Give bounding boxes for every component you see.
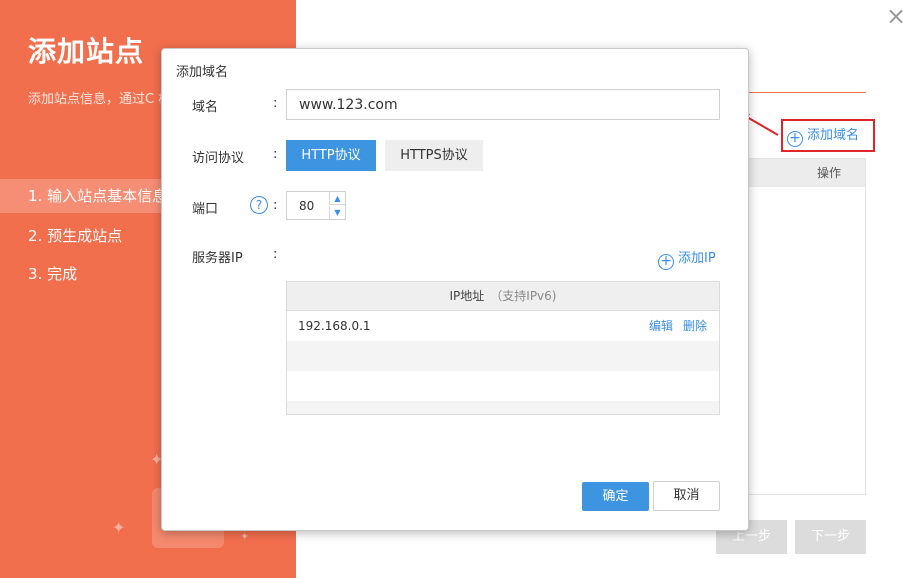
sparkle-icon: ✦ (112, 518, 126, 537)
colon: : (273, 96, 278, 111)
close-icon[interactable]: × (886, 2, 906, 30)
add-ip-button[interactable]: + 添加IP (658, 247, 716, 270)
add-domain-button[interactable]: + 添加域名 (781, 119, 875, 152)
https-protocol-button[interactable]: HTTPS协议 (385, 140, 483, 171)
add-domain-label: 添加域名 (807, 128, 860, 143)
port-label: 端口 (192, 202, 219, 217)
plus-circle-icon: + (658, 254, 674, 270)
colon: : (273, 247, 278, 262)
port-value: 80 (299, 199, 315, 213)
http-protocol-button[interactable]: HTTP协议 (286, 140, 376, 171)
domain-input[interactable] (286, 89, 720, 120)
delete-link[interactable]: 删除 (683, 311, 707, 341)
edit-link[interactable]: 编辑 (649, 311, 673, 341)
dialog-title: 添加域名 (176, 65, 229, 80)
add-domain-dialog: 添加域名 域名 : 访问协议 : HTTP协议 HTTPS协议 端口 ? : 8… (161, 48, 749, 531)
table-header-actions: 操作 (749, 159, 865, 187)
table-row (287, 401, 719, 414)
sidebar-description: 添加站点信息，通过C 松实现站点防护 (28, 92, 163, 107)
domain-table: 操作 (748, 158, 866, 495)
domain-label: 域名 (192, 100, 219, 115)
ipv6-note: （支持IPv6) (490, 289, 557, 303)
next-step-button[interactable]: 下一步 (795, 520, 866, 554)
help-icon[interactable]: ? (250, 196, 268, 214)
table-row (287, 341, 719, 371)
add-ip-label: 添加IP (678, 251, 716, 266)
cancel-button[interactable]: 取消 (653, 481, 720, 511)
ip-column-title: IP地址 (449, 289, 485, 303)
port-stepper[interactable]: 80 ▲ ▼ (286, 191, 346, 220)
increment-icon[interactable]: ▲ (329, 192, 345, 205)
server-ip-label: 服务器IP (192, 251, 243, 266)
ip-address: 192.168.0.1 (298, 319, 371, 333)
ip-table: IP地址 （支持IPv6) 192.168.0.1 编辑 删除 (286, 281, 720, 415)
sparkle-icon: ✦ (240, 530, 250, 543)
ip-table-header: IP地址 （支持IPv6) (287, 282, 719, 311)
divider (748, 92, 866, 93)
table-row (287, 371, 719, 401)
colon: : (273, 147, 278, 162)
protocol-label: 访问协议 (192, 151, 245, 166)
table-row: 192.168.0.1 编辑 删除 (287, 311, 719, 341)
plus-circle-icon: + (787, 131, 803, 147)
colon: : (273, 198, 278, 213)
confirm-button[interactable]: 确定 (582, 482, 649, 511)
sidebar-title: 添加站点 (28, 35, 145, 68)
decrement-icon[interactable]: ▼ (329, 206, 345, 219)
